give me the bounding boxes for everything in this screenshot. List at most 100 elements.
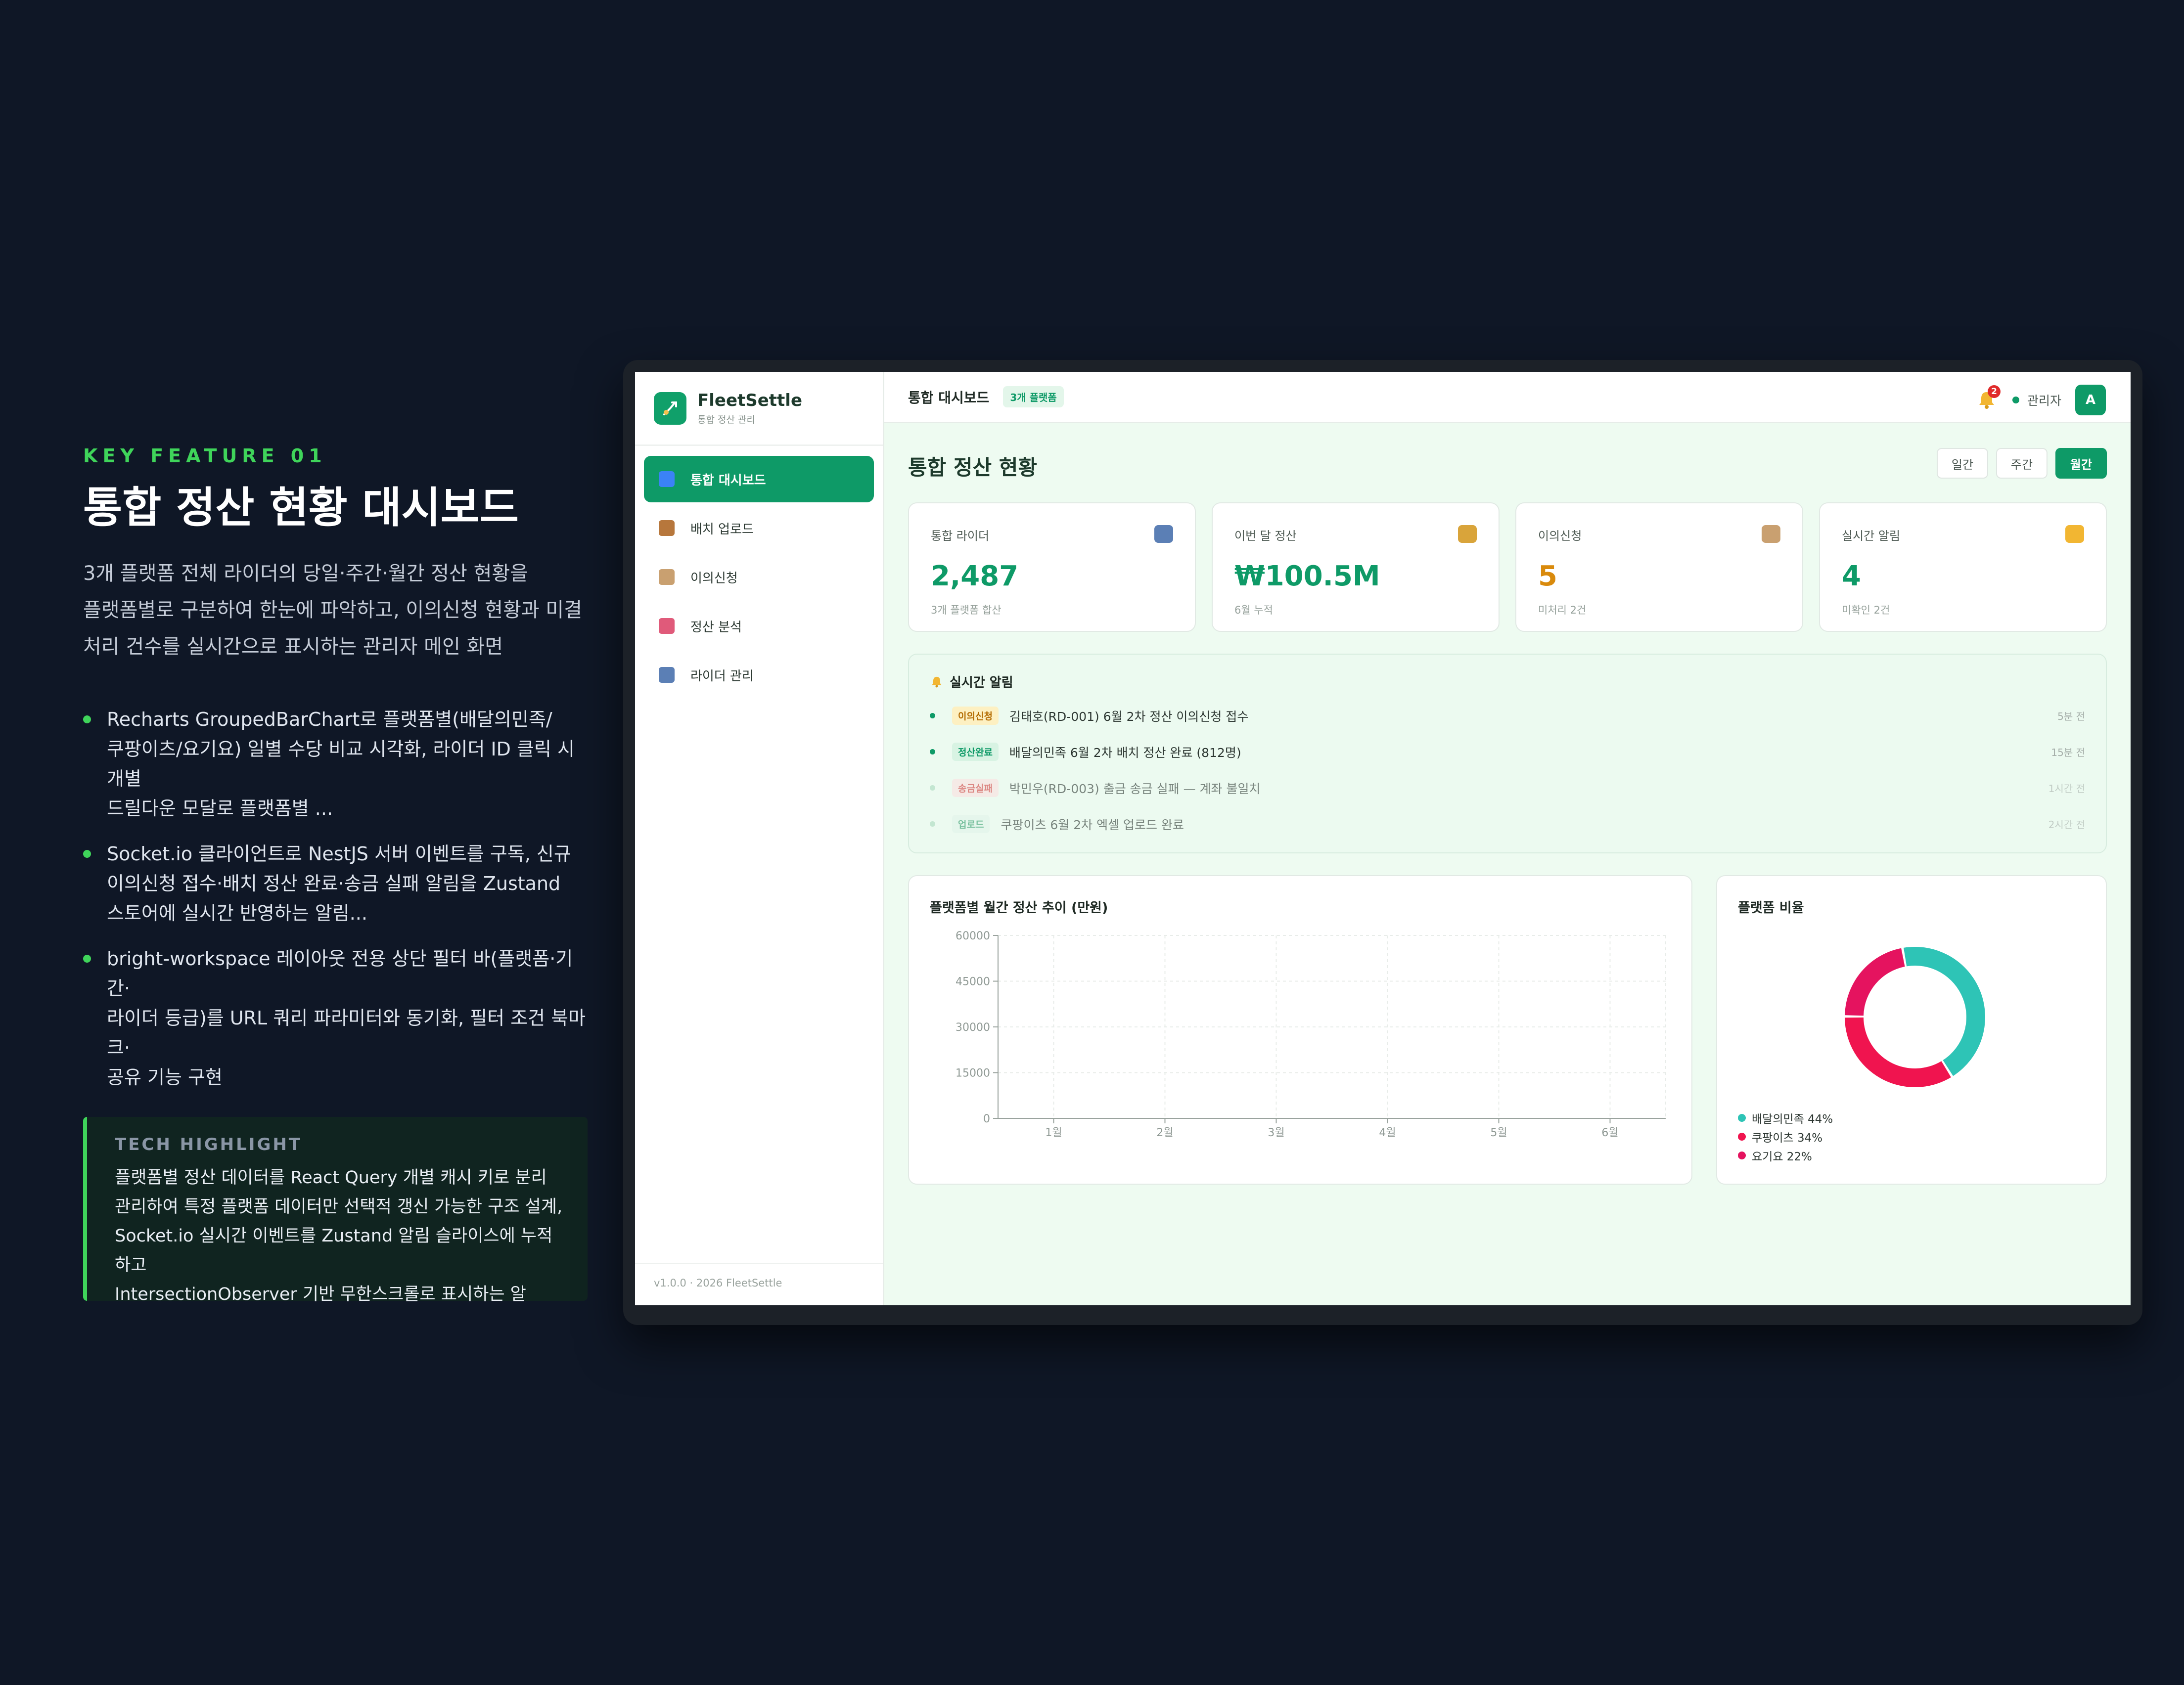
legend-item: 요기요 22% — [1738, 1146, 1833, 1165]
notification-count-badge: 2 — [1987, 385, 2001, 398]
y-tick-label: 60000 — [956, 930, 990, 942]
y-tick-label: 15000 — [956, 1067, 990, 1080]
bullet-item: Recharts GroupedBarChart로 플랫폼별(배달의민족/쿠팡이… — [83, 705, 588, 823]
sidebar-item-0[interactable]: 통합 대시보드 — [644, 456, 874, 502]
x-tick-label: 6월 — [1601, 1127, 1618, 1139]
clipboard-icon — [659, 569, 675, 585]
alert-tag: 송금실패 — [952, 779, 999, 797]
bell-icon — [2065, 525, 2084, 543]
tech-highlight-body: 플랫폼별 정산 데이터를 React Query 개별 캐시 키로 분리 관리하… — [115, 1168, 563, 1305]
money-bag-icon — [1458, 525, 1477, 543]
kpi-card: 실시간 알림 4 미확인 2건 — [1819, 502, 2107, 632]
trend-chart-icon — [659, 618, 675, 634]
brand[interactable]: FleetSettle 통합 정산 관리 — [635, 372, 883, 446]
alert-item[interactable]: 이의신청 김태호(RD-001) 6월 2차 정산 이의신청 접수 5분 전 — [930, 698, 2085, 734]
realtime-alerts-panel: 실시간 알림 이의신청 김태호(RD-001) 6월 2차 정산 이의신청 접수 5… — [908, 654, 2107, 853]
legend-item: 쿠팡이츠 34% — [1738, 1127, 1833, 1146]
alert-text: 쿠팡이츠 6월 2차 엑셀 업로드 완료 — [1001, 817, 1184, 832]
users-icon — [659, 667, 675, 683]
kpi-label: 실시간 알림 — [1842, 529, 1901, 543]
alert-item[interactable]: 업로드 쿠팡이츠 6월 2차 엑셀 업로드 완료 2시간 전 — [930, 806, 2085, 842]
alert-time: 1시간 전 — [2048, 783, 2085, 795]
kpi-value: ₩100.5M — [1234, 560, 1380, 592]
notification-button[interactable]: 2 — [1976, 385, 2001, 411]
y-tick-label: 30000 — [956, 1021, 990, 1034]
alert-dot-icon — [930, 749, 935, 754]
kpi-label: 이번 달 정산 — [1234, 529, 1297, 543]
page-title: 통합 정산 현황 — [908, 455, 1038, 480]
period-toggle: 일간 주간 월간 — [1929, 448, 2107, 479]
sidebar-footer: v1.0.0 · 2026 FleetSettle — [635, 1263, 883, 1305]
sidebar-nav: 통합 대시보드배치 업로드이의신청 정산 분석 라이더 관리 — [635, 446, 883, 710]
alert-item[interactable]: 정산완료 배달의민족 6월 2차 배치 정산 완료 (812명) 15분 전 — [930, 734, 2085, 770]
legend-dot-icon — [1738, 1152, 1746, 1159]
user-name: 관리자 — [2027, 394, 2061, 408]
desc-line: 처리 건수를 실시간으로 표시하는 관리자 메인 화면 — [83, 635, 503, 659]
donut-slice[interactable] — [1904, 947, 1985, 1076]
sidebar-item-2[interactable]: 이의신청 — [644, 554, 874, 600]
topbar: 통합 대시보드 3개 플랫폼 2 관리자 A — [884, 372, 2131, 423]
kpi-card: 이번 달 정산 ₩100.5M 6월 누적 — [1212, 502, 1500, 632]
clipboard-icon — [1762, 525, 1780, 543]
avatar[interactable]: A — [2075, 385, 2106, 415]
logo-icon — [654, 392, 686, 425]
main-content: 통합 정산 현황 일간 주간 월간 통합 라이더 2,487 3개 플랫폼 합산 이번 달… — [884, 423, 2131, 1305]
online-status-dot — [2012, 397, 2019, 403]
sidebar-item-4[interactable]: 라이더 관리 — [644, 652, 874, 698]
platform-ratio-card: 플랫폼 비율 배달의민족 44% 쿠팡이츠 34% 요기요 22% — [1716, 875, 2107, 1185]
feature-kicker: KEY FEATURE 01 — [83, 445, 327, 467]
feature-bullets: Recharts GroupedBarChart로 플랫폼별(배달의민족/쿠팡이… — [83, 705, 588, 1092]
sidebar: FleetSettle 통합 정산 관리 통합 대시보드배치 업로드이의신청 정산… — [635, 372, 884, 1305]
legend-dot-icon — [1738, 1114, 1746, 1122]
legend-label: 요기요 22% — [1752, 1151, 1812, 1163]
bar-chart-icon — [659, 471, 675, 487]
alert-time: 2시간 전 — [2048, 819, 2085, 831]
y-tick-label: 0 — [983, 1113, 990, 1125]
alert-tag: 정산완료 — [952, 743, 999, 761]
period-button-1[interactable]: 주간 — [1996, 448, 2048, 479]
alert-text: 박민우(RD-003) 출금 송금 실패 — 계좌 불일치 — [1009, 781, 1261, 796]
alert-dot-icon — [930, 785, 935, 791]
x-tick-label: 4월 — [1379, 1127, 1396, 1139]
bullet-dot-icon — [83, 955, 91, 963]
period-button-2[interactable]: 월간 — [2055, 448, 2107, 479]
x-tick-label: 2월 — [1156, 1127, 1173, 1139]
x-tick-label: 5월 — [1490, 1127, 1507, 1139]
sidebar-item-1[interactable]: 배치 업로드 — [644, 505, 874, 551]
x-tick-label: 1월 — [1045, 1127, 1062, 1139]
donut-slice[interactable] — [1845, 1017, 1951, 1087]
bullet-item: Socket.io 클라이언트로 NestJS 서버 이벤트를 구독, 신규 이의… — [83, 839, 588, 928]
tech-highlight-title: TECH HIGHLIGHT — [115, 1135, 302, 1155]
bullet-item: bright-workspace 레이아웃 전용 상단 필터 바(플랫폼·기간·… — [83, 944, 588, 1092]
kpi-label: 이의신청 — [1538, 529, 1582, 543]
period-button-0[interactable]: 일간 — [1937, 448, 1988, 479]
alert-dot-icon — [930, 821, 935, 827]
alert-time: 5분 전 — [2057, 710, 2085, 722]
sidebar-item-label: 통합 대시보드 — [690, 473, 766, 488]
users-icon — [1154, 525, 1173, 543]
donut-slice[interactable] — [1845, 948, 1905, 1016]
alert-item[interactable]: 송금실패 박민우(RD-003) 출금 송금 실패 — 계좌 불일치 1시간 전 — [930, 770, 2085, 806]
monthly-trend-card: 플랫폼별 월간 정산 추이 (만원) 0 15000 30000 45000 60000… — [908, 875, 1692, 1185]
legend-item: 배달의민족 44% — [1738, 1109, 1833, 1127]
alert-dot-icon — [930, 713, 935, 718]
alert-time: 15분 전 — [2051, 747, 2085, 758]
platform-count-badge: 3개 플랫폼 — [1003, 386, 1064, 407]
kpi-subtext: 미처리 2건 — [1538, 604, 1587, 616]
bullet-dot-icon — [83, 715, 91, 724]
feature-panel: KEY FEATURE 01 통합 정산 현황 대시보드 3개 플랫폼 전체 라… — [83, 445, 588, 1304]
brand-name: FleetSettle — [697, 391, 803, 410]
desc-line: 3개 플랫폼 전체 라이더의 당일·주간·월간 정산 현황을 — [83, 562, 528, 585]
alert-text: 김태호(RD-001) 6월 2차 정산 이의신청 접수 — [1009, 709, 1249, 724]
bell-icon — [932, 676, 942, 687]
sidebar-item-label: 배치 업로드 — [690, 522, 754, 537]
package-icon — [659, 520, 675, 536]
kpi-value: 2,487 — [931, 560, 1019, 592]
kpi-label: 통합 라이더 — [931, 529, 990, 543]
topbar-title: 통합 대시보드 — [908, 389, 990, 406]
bullet-dot-icon — [83, 850, 91, 858]
legend-dot-icon — [1738, 1133, 1746, 1141]
sidebar-item-3[interactable]: 정산 분석 — [644, 603, 874, 649]
alert-tag: 이의신청 — [952, 707, 999, 725]
monthly-trend-chart: 0 15000 30000 45000 60000 1월 2월 3월 4월 5월 6월 — [956, 930, 1666, 1139]
